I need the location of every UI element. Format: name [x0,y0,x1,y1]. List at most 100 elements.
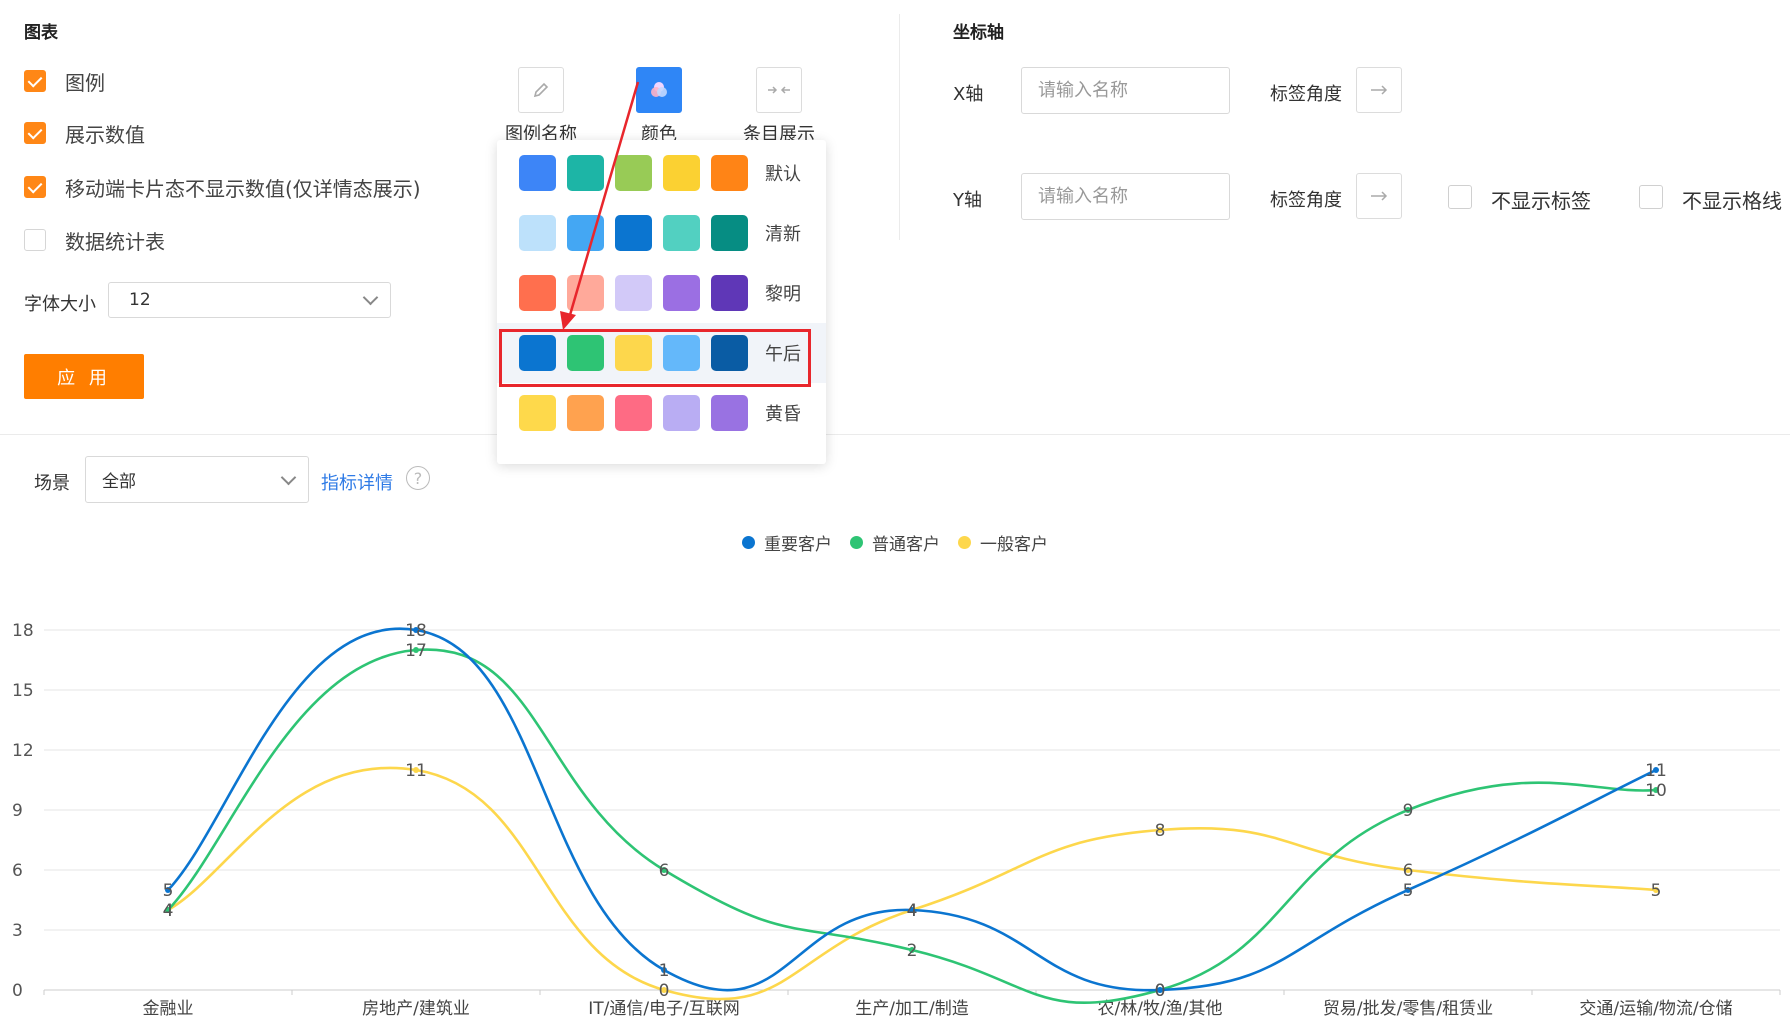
data-label: 6 [1403,861,1414,881]
x-tick-label: 贸易/批发/零售/租赁业 [1323,999,1493,1019]
x-axis-label: X轴 [953,84,984,105]
color-swatch [615,155,652,191]
checkbox-legend-box[interactable] [24,70,46,92]
metric-detail-link[interactable]: 指标详情 [321,469,393,495]
apply-button[interactable]: 应 用 [24,354,144,399]
color-swatch [567,155,604,191]
pencil-icon [533,82,549,98]
section-divider-horizontal [0,434,1790,435]
data-label: 18 [405,621,427,641]
data-label: 11 [1645,761,1667,781]
color-swatch [519,155,556,191]
y-tick-label: 0 [12,981,23,1001]
y-label-angle-label: 标签角度 [1270,190,1342,211]
y-axis-name-input[interactable] [1021,173,1230,220]
x-tick-label: 交通/运输/物流/仓储 [1579,999,1732,1019]
color-scheme-row[interactable]: 清新 [497,203,826,263]
color-swatch [663,215,700,251]
checkbox-legend[interactable]: 图例 [24,66,105,96]
color-swatch [567,275,604,311]
checkbox-data-table-box[interactable] [24,229,46,251]
x-tick-label: 金融业 [143,999,194,1019]
legend-item-important[interactable]: 重要客户 [742,530,832,555]
color-swatch [567,395,604,431]
x-label-angle-button[interactable] [1356,67,1402,113]
section-divider [899,14,900,240]
legend-marker [850,536,863,549]
x-label-angle-label: 标签角度 [1270,84,1342,105]
data-label: 8 [1155,821,1166,841]
collapse-arrows-icon [768,86,790,94]
legend-item-regular[interactable]: 普通客户 [850,530,940,555]
data-label: 5 [163,881,174,901]
color-scheme-name: 黎明 [765,284,801,305]
color-swatch [711,395,748,431]
checkbox-mobile-hide-values-label: 移动端卡片态不显示数值(仅详情态展示) [65,176,421,201]
data-label: 5 [1651,881,1662,901]
color-swatch [519,395,556,431]
font-size-select[interactable]: 12 [108,282,391,318]
chevron-down-icon [362,289,379,306]
series-line [167,766,1657,1001]
hide-labels-checkbox[interactable] [1448,185,1472,209]
color-button[interactable] [636,67,682,113]
scene-select[interactable]: 全部 [85,456,309,503]
color-scheme-name: 黄昏 [765,404,801,425]
x-tick-label: 房地产/建筑业 [362,999,470,1019]
y-label-angle-button[interactable] [1356,173,1402,219]
y-tick-label: 18 [12,621,34,641]
color-swatch [711,155,748,191]
data-label: 0 [1155,981,1166,1001]
legend-label: 一般客户 [980,535,1048,555]
color-scheme-name: 清新 [765,224,801,245]
hide-gridlines-checkbox[interactable] [1639,185,1663,209]
highlight-box [499,329,811,387]
x-axis-name-input[interactable] [1021,67,1230,114]
checkbox-legend-label: 图例 [65,70,105,95]
checkbox-show-values-box[interactable] [24,122,46,144]
checkbox-show-values[interactable]: 展示数值 [24,118,145,148]
x-tick-label: 生产/加工/制造 [855,999,968,1019]
chevron-down-icon [280,469,297,485]
color-swatch [615,275,652,311]
checkbox-data-table[interactable]: 数据统计表 [24,225,165,255]
help-icon[interactable]: ? [406,466,430,490]
legend-marker [958,536,971,549]
legend-item-general[interactable]: 一般客户 [958,530,1048,555]
scene-value: 全部 [102,472,136,492]
data-label: 1 [659,961,670,981]
color-scheme-row[interactable]: 默认 [497,143,826,203]
x-tick-label: 农/林/牧/渔/其他 [1098,999,1223,1019]
color-swatch [519,215,556,251]
checkbox-mobile-hide-values-box[interactable] [24,176,46,198]
y-tick-label: 3 [12,921,23,941]
legend-marker [742,536,755,549]
color-scheme-row[interactable]: 黄昏 [497,383,826,443]
data-label: 2 [907,941,918,961]
data-label: 0 [659,981,670,1001]
data-label: 9 [1403,801,1414,821]
items-display-button[interactable] [756,67,802,113]
y-tick-label: 6 [12,861,23,881]
y-axis-label: Y轴 [953,190,982,211]
color-scheme-popup: 默认 清新 黎明 午后 黄昏 [497,140,826,464]
color-scheme-row[interactable]: 黎明 [497,263,826,323]
y-tick-label: 15 [12,681,34,701]
x-tick-label: IT/通信/电子/互联网 [588,999,740,1019]
arrow-right-icon [1371,191,1388,201]
checkbox-data-table-label: 数据统计表 [65,229,165,254]
chart-legend: 重要客户 普通客户 一般客户 [0,530,1790,555]
series-line [167,627,1657,992]
font-size-value: 12 [129,290,151,310]
color-swatch [663,395,700,431]
color-swatch [663,155,700,191]
hide-gridlines-label: 不显示格线 [1682,189,1782,213]
hide-labels-label: 不显示标签 [1491,189,1591,213]
palette-icon [651,82,667,97]
checkbox-mobile-hide-values[interactable]: 移动端卡片态不显示数值(仅详情态展示) [24,172,421,202]
color-swatch [663,275,700,311]
data-label: 5 [1403,881,1414,901]
data-label: 10 [1645,781,1667,801]
color-swatch [615,395,652,431]
legend-name-button[interactable] [518,67,564,113]
